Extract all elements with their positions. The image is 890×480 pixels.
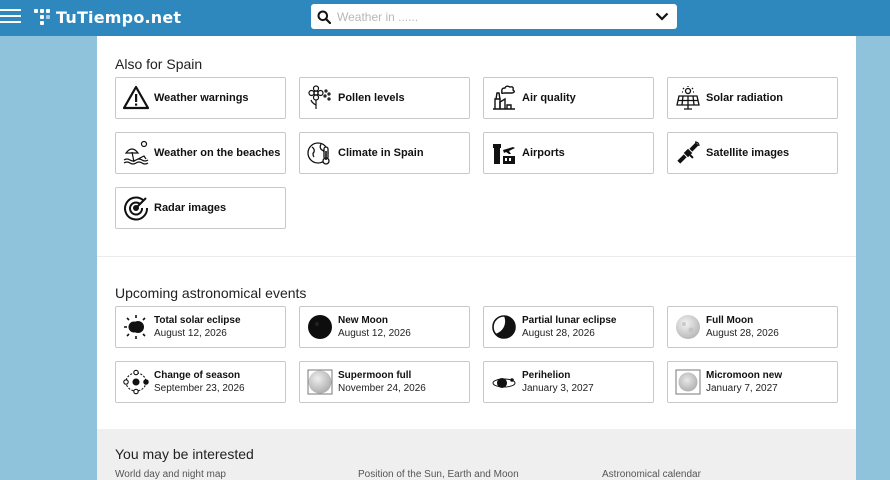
card-airports[interactable]: Airports <box>483 132 654 174</box>
card-label: Airports <box>522 147 565 159</box>
event-title: Micromoon new <box>706 370 783 381</box>
event-title: New Moon <box>338 315 388 326</box>
card-label: Weather on the beaches <box>154 147 281 159</box>
section-title-also: Also for Spain <box>115 56 203 72</box>
event-title: Total solar eclipse <box>154 315 241 326</box>
event-date: August 28, 2026 <box>706 328 779 339</box>
interest-link[interactable]: World day and night map <box>115 469 226 480</box>
event-card[interactable]: Partial lunar eclipse August 28, 2026 <box>483 306 654 348</box>
card-label: Climate in Spain <box>338 147 424 159</box>
interest-link[interactable]: Astronomical calendar <box>602 469 701 480</box>
card-label: Radar images <box>154 202 227 214</box>
pollen-icon <box>306 84 334 112</box>
event-card[interactable]: Supermoon full November 24, 2026 <box>299 361 470 403</box>
card-pollen-levels[interactable]: Pollen levels <box>299 77 470 119</box>
solar-eclipse-icon <box>122 313 150 341</box>
search-input[interactable] <box>337 5 647 28</box>
events-grid: Total solar eclipse August 12, 2026 New M… <box>115 306 838 403</box>
event-date: November 24, 2026 <box>338 383 426 394</box>
event-date: August 28, 2026 <box>522 328 595 339</box>
event-card[interactable]: Total solar eclipse August 12, 2026 <box>115 306 286 348</box>
section-title-interest: You may be interested <box>115 446 254 462</box>
card-weather-warnings[interactable]: Weather warnings <box>115 77 286 119</box>
event-date: January 3, 2027 <box>522 383 594 394</box>
logo-text: TuTiempo.net <box>56 7 182 27</box>
interest-link[interactable]: Position of the Sun, Earth and Moon <box>358 469 519 480</box>
logo-icon <box>34 9 50 25</box>
card-label: Solar radiation <box>706 92 784 104</box>
season-orbit-icon <box>122 368 150 396</box>
card-label: Air quality <box>522 92 576 104</box>
card-weather-beaches[interactable]: Weather on the beaches <box>115 132 286 174</box>
card-air-quality[interactable]: Air quality <box>483 77 654 119</box>
full-moon-icon <box>674 313 702 341</box>
event-date: January 7, 2027 <box>706 383 778 394</box>
menu-icon[interactable] <box>0 9 21 24</box>
beach-umbrella-icon <box>122 139 150 167</box>
event-title: Change of season <box>154 370 241 381</box>
event-date: August 12, 2026 <box>338 328 411 339</box>
also-grid: Weather warnings Pollen levels Air quali… <box>115 77 838 229</box>
event-date: August 12, 2026 <box>154 328 227 339</box>
radar-icon <box>122 194 150 222</box>
top-header: TuTiempo.net <box>0 0 890 36</box>
card-label: Weather warnings <box>154 92 249 104</box>
main-content: Also for Spain Weather warnings Pollen l… <box>97 36 856 480</box>
astronomical-events-section: Upcoming astronomical events Total solar… <box>97 256 856 429</box>
new-moon-icon <box>306 313 334 341</box>
card-label: Satellite images <box>706 147 790 159</box>
globe-thermometer-icon <box>306 139 334 167</box>
section-title-events: Upcoming astronomical events <box>115 285 307 301</box>
airport-icon <box>490 139 518 167</box>
warning-icon <box>122 84 150 112</box>
solar-panel-icon <box>674 84 702 112</box>
event-date: September 23, 2026 <box>154 383 245 394</box>
card-radar-images[interactable]: Radar images <box>115 187 286 229</box>
micromoon-icon <box>674 368 702 396</box>
satellite-icon <box>674 139 702 167</box>
event-card[interactable]: New Moon August 12, 2026 <box>299 306 470 348</box>
event-card[interactable]: Micromoon new January 7, 2027 <box>667 361 838 403</box>
chevron-down-icon[interactable] <box>647 4 677 29</box>
event-card[interactable]: Full Moon August 28, 2026 <box>667 306 838 348</box>
lunar-eclipse-icon <box>490 313 518 341</box>
event-card[interactable]: Change of season September 23, 2026 <box>115 361 286 403</box>
event-title: Perihelion <box>522 370 571 381</box>
perihelion-icon <box>490 368 518 396</box>
interest-section: You may be interested World day and nigh… <box>97 429 856 480</box>
card-satellite-images[interactable]: Satellite images <box>667 132 838 174</box>
search-icon[interactable] <box>311 4 337 29</box>
card-label: Pollen levels <box>338 92 405 104</box>
card-solar-radiation[interactable]: Solar radiation <box>667 77 838 119</box>
search-box <box>311 4 677 29</box>
factory-icon <box>490 84 518 112</box>
site-logo[interactable]: TuTiempo.net <box>33 6 181 28</box>
event-title: Supermoon full <box>338 370 412 381</box>
event-title: Partial lunar eclipse <box>522 315 617 326</box>
event-title: Full Moon <box>706 315 754 326</box>
card-climate-spain[interactable]: Climate in Spain <box>299 132 470 174</box>
event-card[interactable]: Perihelion January 3, 2027 <box>483 361 654 403</box>
supermoon-icon <box>306 368 334 396</box>
